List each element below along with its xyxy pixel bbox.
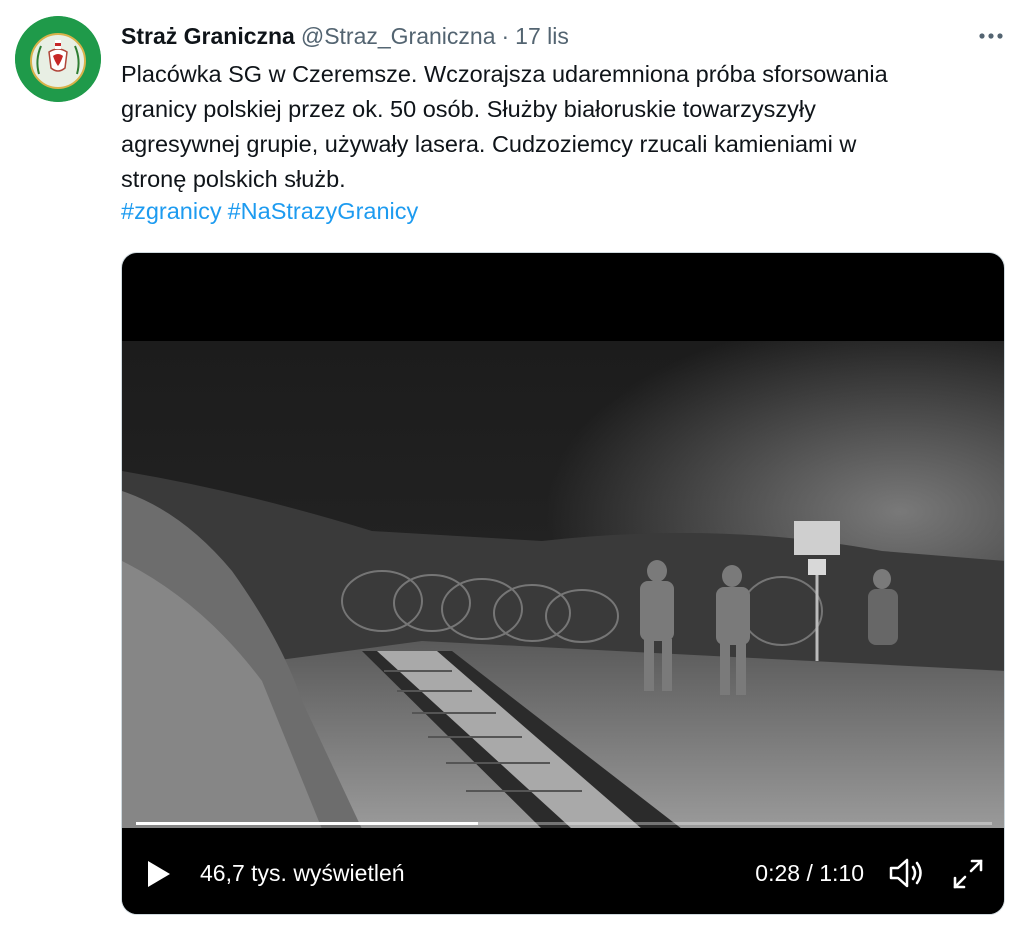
volume-button[interactable] — [888, 856, 926, 890]
author-handle[interactable]: @Straz_Graniczna — [301, 23, 496, 50]
more-options-button[interactable] — [976, 24, 1006, 48]
play-icon — [148, 861, 170, 887]
header-separator: · — [501, 22, 510, 49]
author-name[interactable]: Straż Graniczna — [121, 23, 295, 50]
tweet-text: Placówka SG w Czeremsze. Wczorajsza udar… — [121, 61, 888, 192]
more-dots-icon — [979, 33, 1003, 39]
tweet-header: Straż Graniczna @Straz_Graniczna · 17 li… — [121, 20, 569, 52]
video-player[interactable]: 46,7 tys. wyświetleń 0:28 / 1:10 — [121, 252, 1005, 915]
tweet-date[interactable]: 17 lis — [515, 23, 569, 50]
video-progress-fill — [136, 822, 479, 825]
video-progress[interactable] — [136, 822, 992, 825]
avatar[interactable] — [15, 16, 101, 102]
hashtag-link[interactable]: #NaStrazyGranicy — [228, 198, 419, 224]
play-button[interactable] — [142, 858, 174, 890]
video-time: 0:28 / 1:10 — [755, 860, 864, 886]
fullscreen-icon — [953, 859, 983, 889]
volume-icon — [889, 858, 922, 888]
video-controls: 46,7 tys. wyświetleń 0:28 / 1:10 — [122, 822, 1004, 914]
video-frame — [122, 341, 1004, 829]
hashtag-row: #zgranicy #NaStrazyGranicy — [121, 194, 424, 229]
fullscreen-button[interactable] — [950, 856, 986, 892]
border-guard-emblem — [15, 16, 101, 102]
hashtag-link[interactable]: #zgranicy — [121, 198, 222, 224]
view-count: 46,7 tys. wyświetleń — [200, 860, 405, 886]
